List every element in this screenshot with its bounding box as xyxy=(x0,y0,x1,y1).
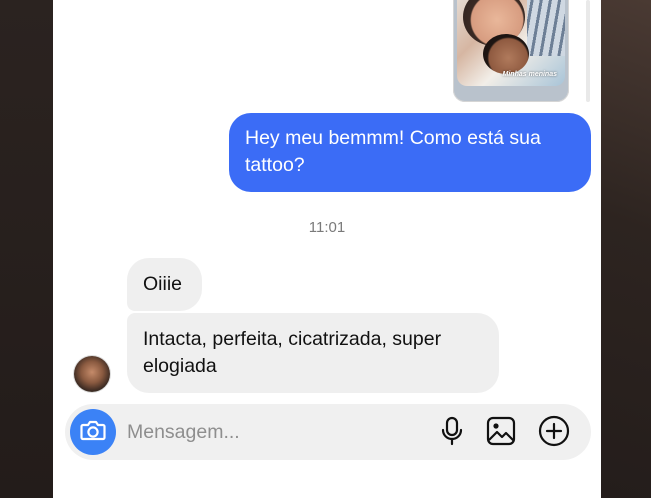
incoming-message-bubble[interactable]: Intacta, perfeita, cicatrizada, super el… xyxy=(127,313,499,393)
add-attachment-button[interactable] xyxy=(537,415,571,452)
background-right xyxy=(601,0,651,498)
photo-detail xyxy=(527,0,565,56)
shared-photo-image: Minhas meninas xyxy=(457,0,565,86)
voice-message-button[interactable] xyxy=(435,416,469,450)
message-timestamp: 11:01 xyxy=(308,219,346,236)
camera-button[interactable] xyxy=(70,409,116,455)
chat-screen: Minhas meninas Hey meu bemmm! Como está … xyxy=(53,0,601,498)
message-input[interactable] xyxy=(127,418,407,446)
microphone-icon xyxy=(440,416,464,451)
plus-circle-icon xyxy=(538,415,570,452)
outgoing-message-bubble[interactable]: Hey meu bemmm! Como está sua tattoo? xyxy=(229,113,591,192)
incoming-message-bubble[interactable]: Oiiie xyxy=(127,258,202,311)
shared-photo-message[interactable]: Minhas meninas xyxy=(453,0,569,102)
background-left xyxy=(0,0,53,498)
scrollbar[interactable] xyxy=(586,0,590,102)
camera-icon xyxy=(80,419,106,446)
shared-photo-caption: Minhas meninas xyxy=(502,71,557,78)
sender-avatar[interactable] xyxy=(74,356,110,392)
gallery-icon xyxy=(486,416,516,451)
photo-detail xyxy=(483,34,529,74)
message-composer xyxy=(65,404,591,460)
gallery-button[interactable] xyxy=(484,416,518,450)
